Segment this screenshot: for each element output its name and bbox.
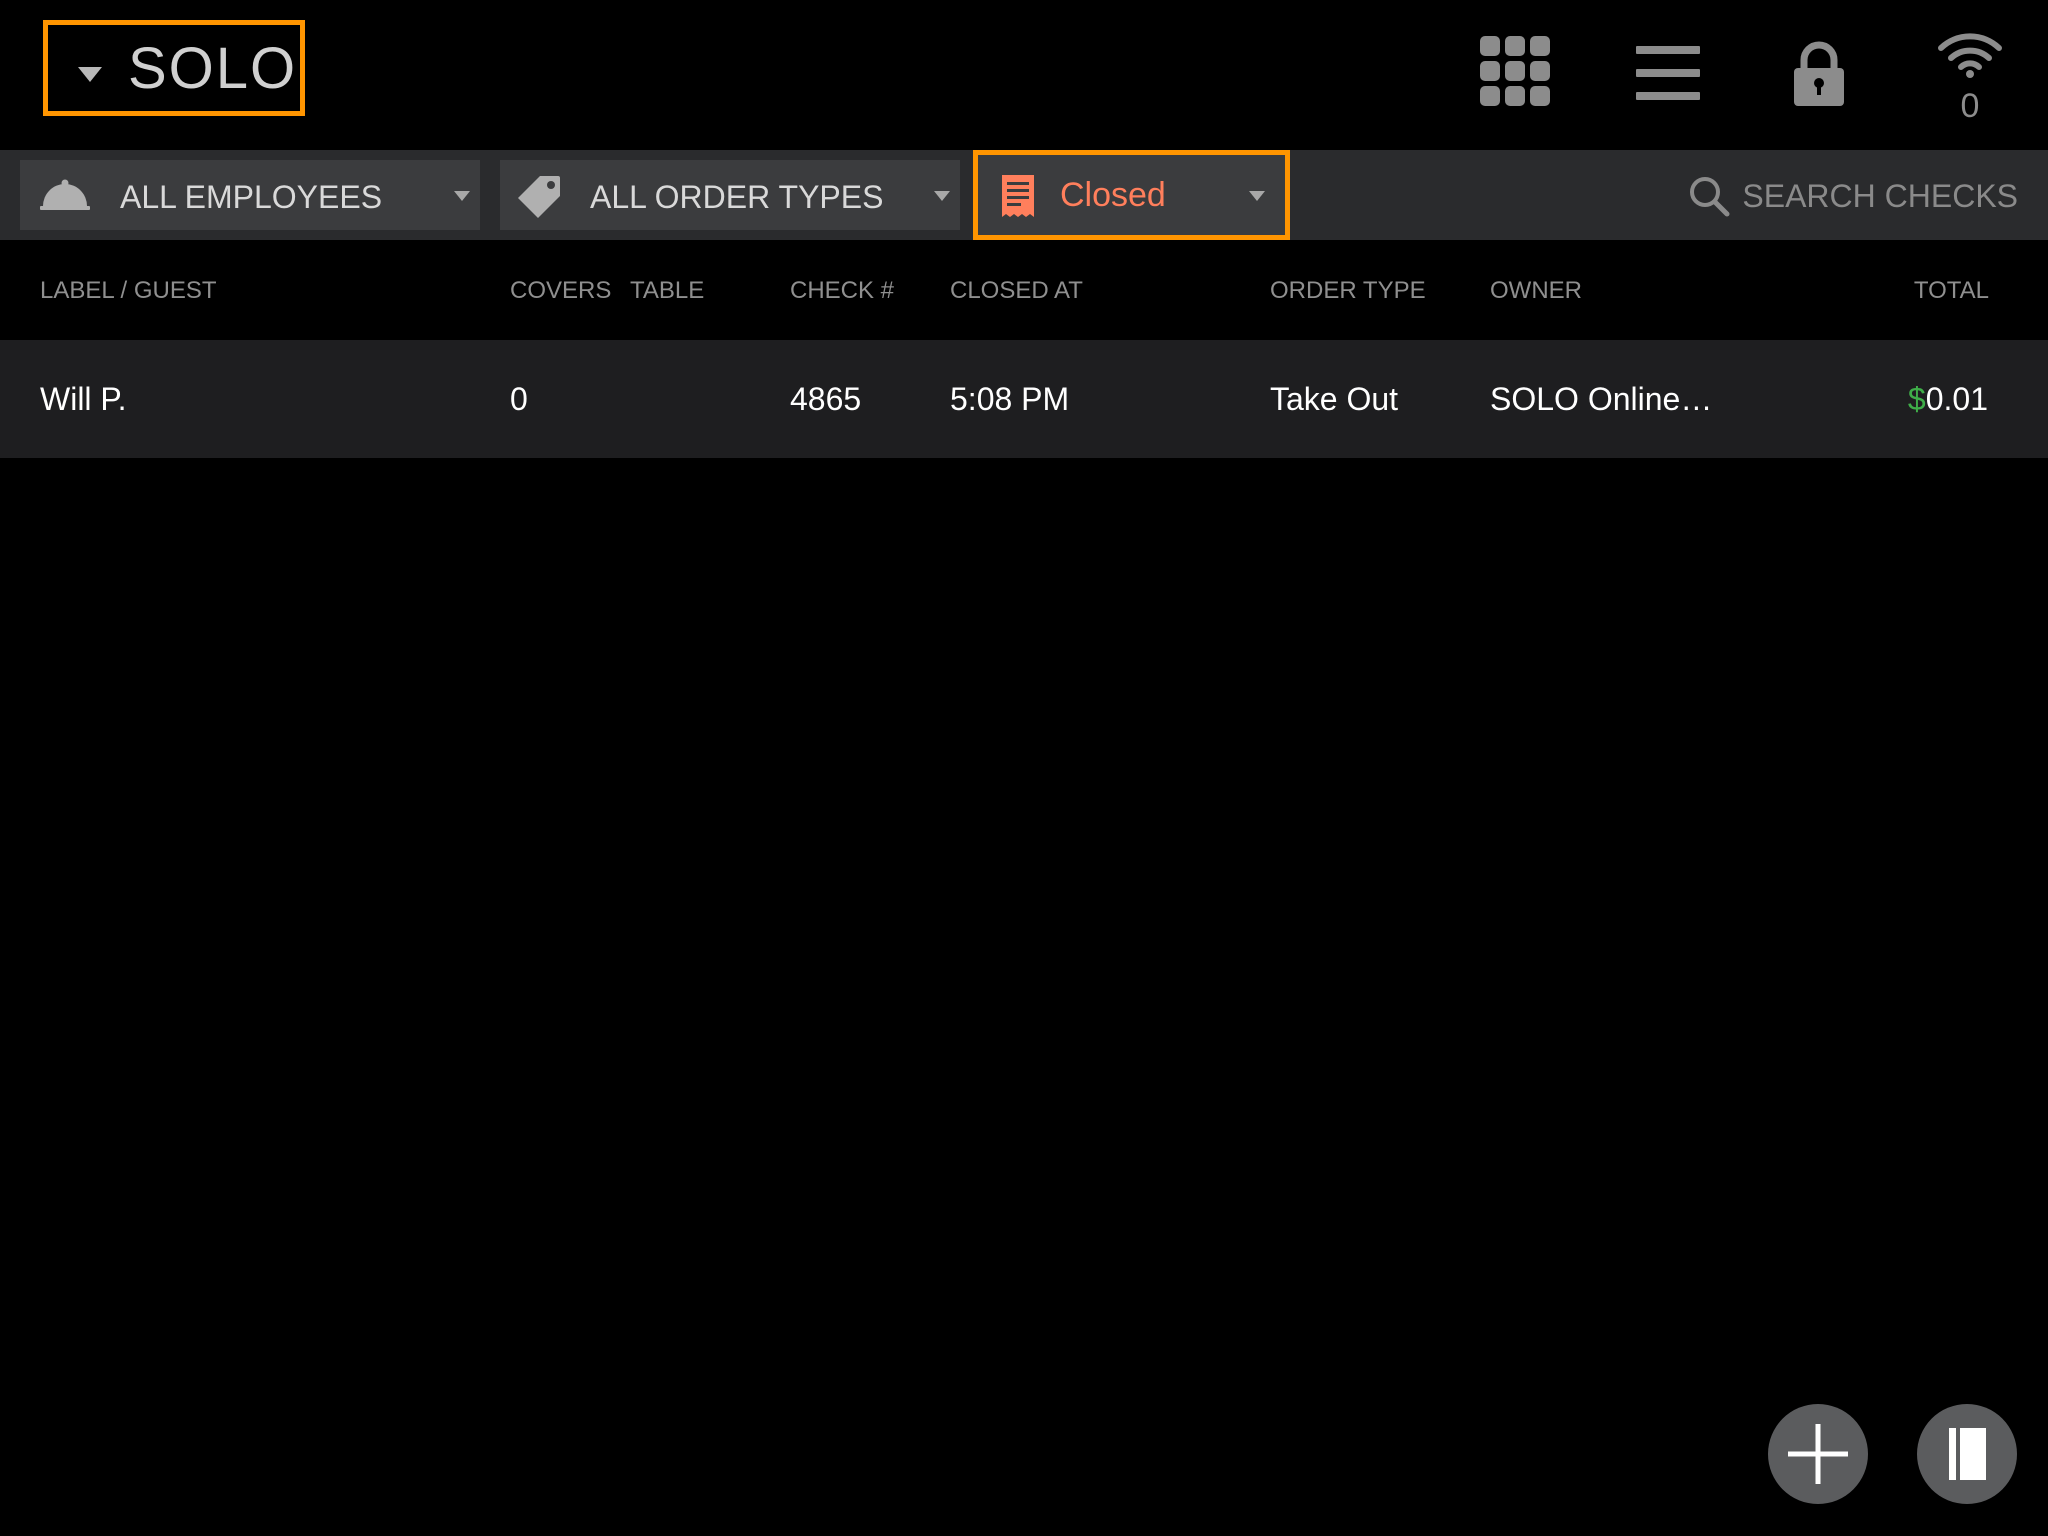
employees-filter-label: ALL EMPLOYEES	[120, 179, 383, 215]
search-icon	[1690, 177, 1730, 217]
employees-filter-dropdown[interactable]: ALL EMPLOYEES	[20, 160, 480, 230]
caret-down-icon	[78, 67, 102, 82]
column-header-closed-at[interactable]: CLOSED AT	[950, 276, 1083, 306]
column-header-check-number[interactable]: CHECK #	[790, 276, 894, 306]
filter-bar: ALL EMPLOYEES ALL ORDER TYPES Closed SEA…	[0, 150, 2048, 240]
cell-closed-at: 5:08 PM	[950, 381, 1070, 417]
column-header-covers[interactable]: COVERS	[510, 276, 611, 306]
location-switcher[interactable]: SOLO	[43, 20, 305, 116]
cell-owner: SOLO Online…	[1490, 381, 1713, 417]
menu-icon[interactable]	[1636, 46, 1700, 100]
cell-check-number: 4865	[790, 381, 862, 417]
receipt-icon	[1002, 175, 1034, 217]
plus-icon	[1788, 1424, 1848, 1484]
caret-down-icon	[934, 191, 950, 201]
column-header-total[interactable]: TOTAL	[1914, 276, 1989, 306]
caret-down-icon	[454, 191, 470, 201]
wifi-icon	[1938, 33, 2002, 78]
top-header: SOLO 0	[0, 0, 2048, 150]
currency-symbol: $	[1907, 381, 1926, 417]
wifi-status[interactable]: 0	[1935, 30, 2005, 130]
cell-label-guest: Will P.	[40, 381, 127, 417]
add-check-button[interactable]	[1768, 1404, 1868, 1504]
tag-icon	[518, 176, 560, 218]
check-status-filter-dropdown[interactable]: Closed	[973, 150, 1290, 240]
column-header-label-guest[interactable]: LABEL / GUEST	[40, 276, 217, 306]
search-checks[interactable]: SEARCH CHECKS	[1688, 174, 2018, 218]
wifi-count: 0	[1960, 87, 1980, 125]
total-amount: 0.01	[1925, 381, 1988, 417]
side-panel-toggle-button[interactable]	[1917, 1404, 2017, 1504]
lock-icon[interactable]	[1790, 40, 1848, 108]
panel-icon	[1949, 1428, 1986, 1480]
search-checks-label: SEARCH CHECKS	[1742, 177, 2018, 214]
column-header-owner[interactable]: OWNER	[1490, 276, 1582, 306]
cell-order-type: Take Out	[1270, 381, 1399, 417]
column-header-table[interactable]: TABLE	[630, 276, 704, 306]
table-header: LABEL / GUEST COVERS TABLE CHECK # CLOSE…	[0, 240, 2048, 340]
column-header-order-type[interactable]: ORDER TYPE	[1270, 276, 1426, 306]
location-name: SOLO	[128, 36, 298, 101]
table-row[interactable]: Will P. 0 4865 5:08 PM Take Out SOLO Onl…	[0, 340, 2048, 458]
caret-down-icon	[1249, 191, 1265, 201]
grid-icon[interactable]	[1480, 36, 1550, 108]
cell-total: $0.01	[1908, 380, 1988, 418]
order-types-filter-label: ALL ORDER TYPES	[590, 179, 884, 215]
cell-covers: 0	[510, 381, 528, 417]
order-types-filter-dropdown[interactable]: ALL ORDER TYPES	[500, 160, 960, 230]
cloche-icon	[40, 179, 90, 210]
check-status-filter-label: Closed	[1060, 176, 1166, 214]
